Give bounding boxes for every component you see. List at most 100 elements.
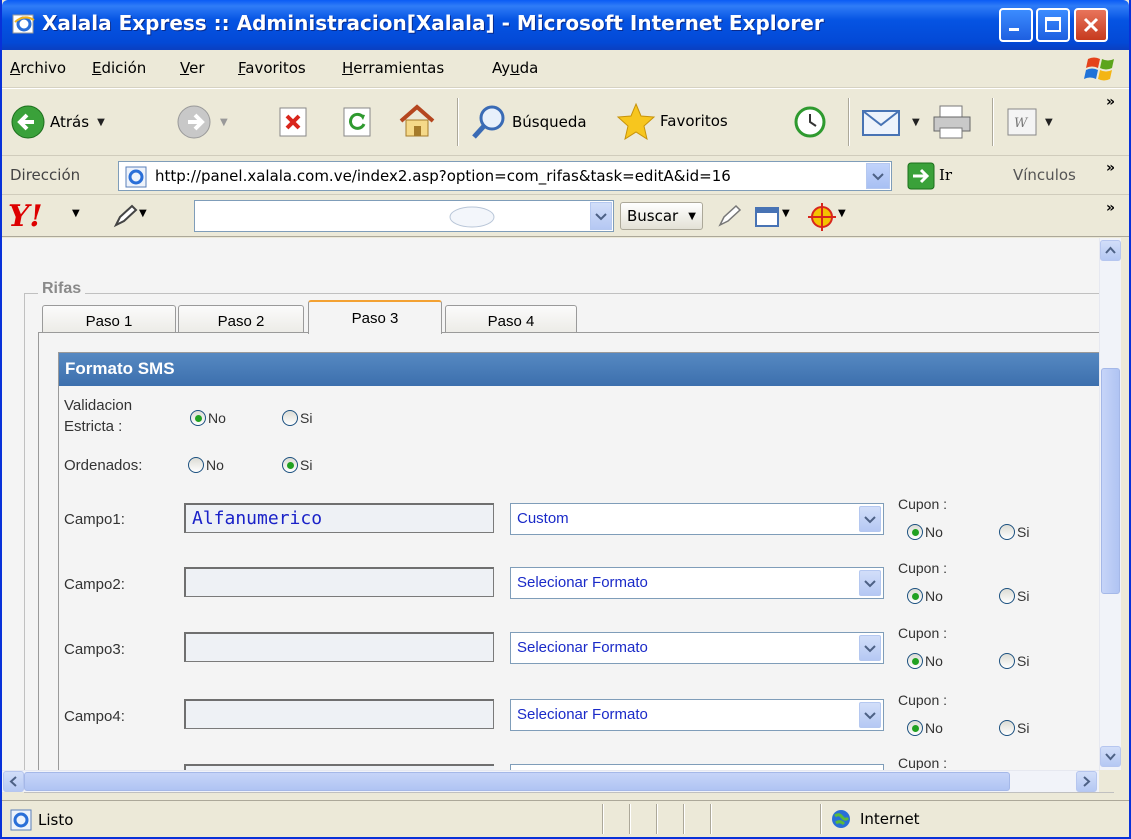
validacion-radio-no[interactable]: No: [190, 410, 226, 426]
back-button[interactable]: Atrás ▼: [10, 104, 105, 140]
scroll-up-button[interactable]: [1100, 240, 1121, 261]
menu-archivo[interactable]: Archivo: [10, 59, 66, 77]
browser-window: Xalala Express :: Administracion[Xalala]…: [0, 0, 1131, 839]
maximize-button[interactable]: [1036, 8, 1070, 42]
title-bar[interactable]: Xalala Express :: Administracion[Xalala]…: [2, 0, 1129, 50]
address-bar: Dirección http://panel.xalala.com.ve/ind…: [2, 157, 1129, 195]
validacion-label-line2: Estricta :: [64, 418, 123, 435]
campo4-cupon-radio-si[interactable]: Si: [999, 720, 1029, 736]
menu-herramientas[interactable]: Herramientas: [342, 59, 444, 77]
back-arrow-icon: [11, 105, 45, 139]
yahoo-search-button[interactable]: Buscar ▼: [620, 202, 703, 230]
back-dropdown-icon[interactable]: ▼: [97, 117, 105, 128]
home-icon[interactable]: [397, 102, 437, 140]
campo2-format-select[interactable]: Selecionar Formato: [510, 567, 884, 599]
select-dropdown-button[interactable]: [859, 506, 881, 532]
tab-paso-1[interactable]: Paso 1: [42, 305, 176, 333]
campo4-cupon-radio-no[interactable]: No: [907, 720, 943, 736]
word-icon: W: [1007, 108, 1037, 136]
stop-icon[interactable]: [278, 106, 308, 138]
target-dropdown-icon[interactable]: ▼: [838, 208, 846, 219]
menu-ayuda[interactable]: Ayuda: [492, 59, 538, 77]
forward-button[interactable]: ▼: [176, 104, 228, 140]
vertical-scroll-thumb[interactable]: [1101, 368, 1120, 594]
horizontal-scrollbar[interactable]: [2, 770, 1099, 792]
campo2-cupon-radio-si[interactable]: Si: [999, 588, 1029, 604]
tab-paso-4[interactable]: Paso 4: [445, 305, 577, 333]
campo1-cupon-radio-si[interactable]: Si: [999, 524, 1029, 540]
chevron-up-icon: [1105, 246, 1116, 254]
links-chevron-icon[interactable]: »: [1106, 160, 1115, 176]
campo3-cupon-radio-no[interactable]: No: [907, 653, 943, 669]
menu-ver[interactable]: Ver: [180, 59, 205, 77]
target-icon[interactable]: [807, 202, 837, 232]
edit-dropdown-icon[interactable]: ▼: [1045, 117, 1053, 128]
horizontal-scroll-thumb[interactable]: [24, 772, 1010, 791]
close-button[interactable]: [1074, 8, 1108, 42]
mail-button[interactable]: ▼: [860, 104, 920, 140]
chevron-down-icon: [864, 580, 876, 588]
pencil-icon[interactable]: [112, 203, 138, 229]
yahoo-search-dropdown[interactable]: [590, 202, 612, 230]
yahoo-search-input[interactable]: [194, 200, 614, 232]
address-input[interactable]: http://panel.xalala.com.ve/index2.asp?op…: [118, 161, 892, 191]
scroll-right-button[interactable]: [1076, 771, 1097, 792]
chevron-down-icon: ▼: [688, 210, 696, 222]
go-arrow-icon[interactable]: [907, 162, 935, 190]
radio-circle-icon: [190, 410, 206, 426]
form-fill-dropdown-icon[interactable]: ▼: [782, 208, 790, 219]
select-dropdown-button[interactable]: [859, 635, 881, 661]
campo1-input[interactable]: [184, 503, 494, 533]
forward-dropdown-icon[interactable]: ▼: [220, 117, 228, 128]
campo3-cupon-radio-si[interactable]: Si: [999, 653, 1029, 669]
print-icon[interactable]: [930, 104, 974, 140]
menu-edicion[interactable]: Edición: [92, 59, 146, 77]
campo2-input[interactable]: [184, 567, 494, 597]
tab-paso-2[interactable]: Paso 2: [178, 305, 304, 333]
search-button[interactable]: Búsqueda: [470, 104, 587, 140]
campo3-input[interactable]: [184, 632, 494, 662]
minimize-button[interactable]: [999, 8, 1033, 42]
radio-circle-icon: [188, 457, 204, 473]
internet-globe-icon: [832, 810, 850, 828]
yahoo-chevron-icon[interactable]: »: [1106, 200, 1115, 216]
yahoo-logo[interactable]: Y!: [8, 199, 43, 234]
security-zone-text: Internet: [860, 810, 920, 828]
campo1-format-select[interactable]: Custom: [510, 503, 884, 535]
scrollbar-corner: [1099, 770, 1121, 792]
campo2-label: Campo2:: [64, 576, 125, 593]
radio-circle-icon: [907, 653, 923, 669]
campo3-format-select[interactable]: Selecionar Formato: [510, 632, 884, 664]
campo4-format-select[interactable]: Selecionar Formato: [510, 699, 884, 731]
ordenados-radio-si[interactable]: Si: [282, 457, 312, 473]
select-dropdown-button[interactable]: [859, 570, 881, 596]
validacion-radio-si[interactable]: Si: [282, 410, 312, 426]
refresh-icon[interactable]: [342, 106, 372, 138]
history-icon[interactable]: [790, 104, 830, 140]
go-button[interactable]: Ir: [939, 166, 952, 184]
mail-dropdown-icon[interactable]: ▼: [912, 117, 920, 128]
scroll-left-button[interactable]: [3, 771, 24, 792]
close-icon: [1083, 17, 1099, 33]
vertical-scrollbar[interactable]: [1099, 238, 1121, 770]
select-dropdown-button[interactable]: [859, 702, 881, 728]
yahoo-dropdown-icon[interactable]: ▼: [72, 208, 80, 219]
toolbar-chevron-icon[interactable]: »: [1106, 94, 1115, 110]
radio-checked-dot: [911, 592, 919, 600]
menu-favoritos[interactable]: Favoritos: [238, 59, 306, 77]
campo4-input[interactable]: [184, 699, 494, 729]
links-button[interactable]: Vínculos: [1013, 166, 1076, 184]
campo1-cupon-radio-no[interactable]: No: [907, 524, 943, 540]
campo1-cupon-label: Cupon :: [898, 496, 948, 512]
form-fill-icon[interactable]: [754, 205, 782, 229]
campo2-cupon-radio-no[interactable]: No: [907, 588, 943, 604]
chevron-down-icon: [864, 516, 876, 524]
word-edit-button[interactable]: W ▼: [1007, 108, 1053, 136]
highlight-pen-icon[interactable]: [716, 203, 742, 229]
scroll-down-button[interactable]: [1100, 746, 1121, 767]
tab-paso-3[interactable]: Paso 3: [308, 300, 442, 334]
favorites-button[interactable]: Favoritos: [616, 102, 728, 140]
ordenados-radio-no[interactable]: No: [188, 457, 224, 473]
pencil-dropdown-icon[interactable]: ▼: [139, 208, 147, 219]
address-dropdown-button[interactable]: [866, 163, 890, 189]
